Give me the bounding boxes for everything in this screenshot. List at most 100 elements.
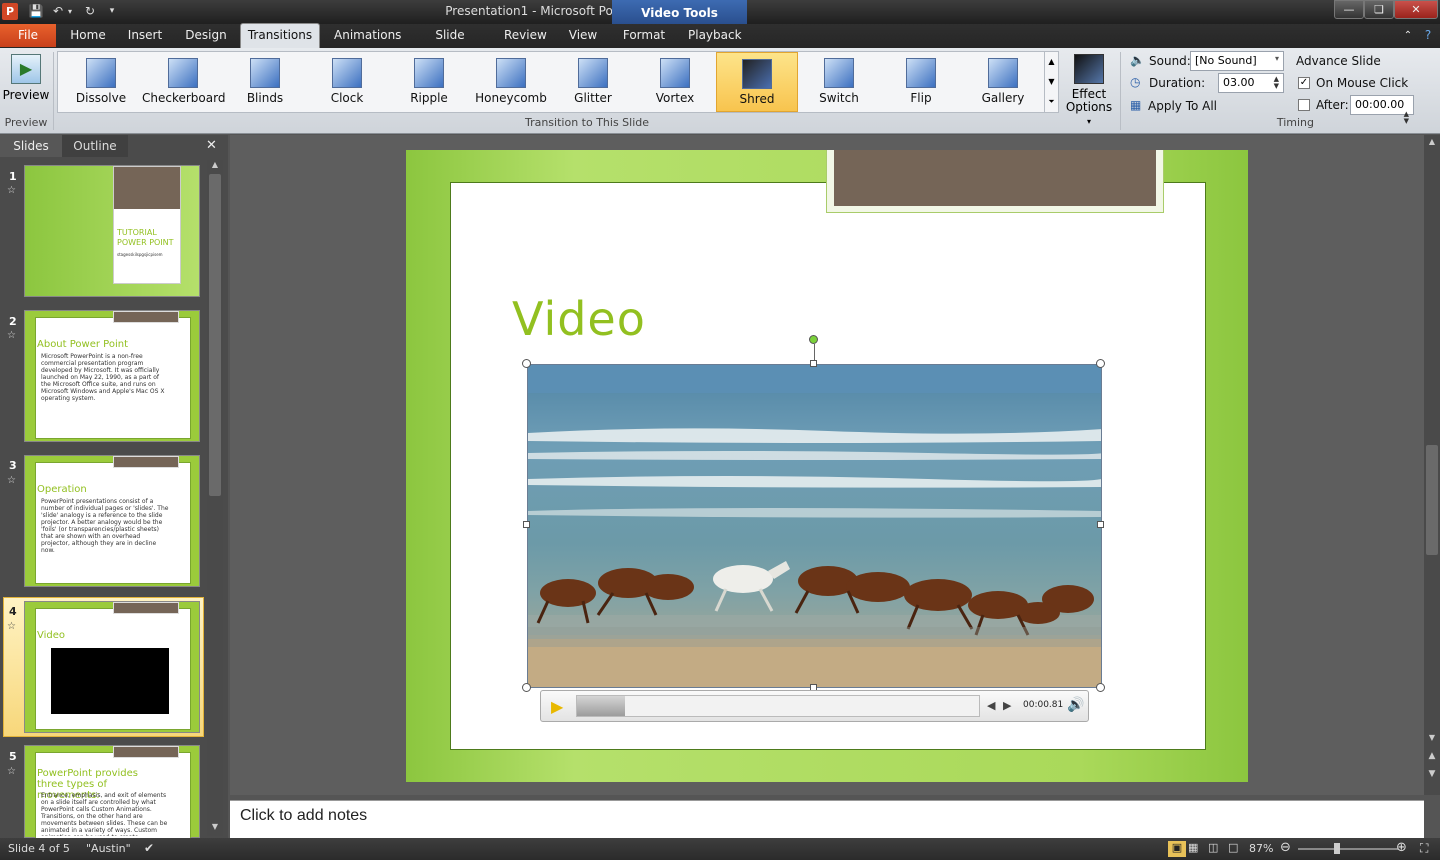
- slide-sorter-icon[interactable]: ▦: [1188, 841, 1198, 854]
- transition-blinds[interactable]: Blinds: [224, 52, 306, 112]
- gallery-more-icon[interactable]: ⏷: [1044, 92, 1058, 112]
- tab-animations[interactable]: Animations: [330, 24, 401, 48]
- on-mouse-click-checkbox[interactable]: ✓: [1298, 77, 1310, 89]
- transition-gallery: Dissolve Checkerboard Blinds Clock Rippl…: [57, 51, 1059, 113]
- slide-thumbnail-5[interactable]: PowerPoint provides three types of movem…: [24, 745, 200, 842]
- resize-handle-n[interactable]: [810, 360, 817, 367]
- next-slide-icon[interactable]: ▼: [1424, 769, 1440, 779]
- help-icon[interactable]: ?: [1418, 24, 1438, 48]
- close-button[interactable]: ✕: [1394, 0, 1438, 19]
- rotate-handle[interactable]: [809, 335, 818, 344]
- effect-options-button[interactable]: Effect Options ▾: [1064, 51, 1114, 126]
- resize-handle-sw[interactable]: [522, 683, 531, 692]
- transition-glitter[interactable]: Glitter: [552, 52, 634, 112]
- spinner-arrows-icon[interactable]: ▲ ▼: [1274, 76, 1279, 90]
- tab-file[interactable]: File: [0, 24, 56, 47]
- scroll-down-icon[interactable]: ▼: [1424, 733, 1440, 742]
- transition-vortex[interactable]: Vortex: [634, 52, 716, 112]
- gallery-scroll-up-icon[interactable]: ▲: [1044, 52, 1058, 72]
- previous-slide-icon[interactable]: ▲: [1424, 751, 1440, 761]
- notes-pane[interactable]: Click to add notes: [230, 800, 1424, 838]
- zoom-slider[interactable]: [1298, 848, 1398, 850]
- transition-ripple[interactable]: Ripple: [388, 52, 470, 112]
- tab-insert[interactable]: Insert: [122, 24, 168, 48]
- glitter-icon: [578, 58, 608, 88]
- zoom-slider-thumb[interactable]: [1334, 843, 1340, 854]
- sound-select[interactable]: [No Sound] ▾: [1190, 51, 1284, 71]
- resize-handle-w[interactable]: [523, 521, 530, 528]
- minimize-button[interactable]: —: [1334, 0, 1364, 19]
- tab-slide-show[interactable]: Slide Show: [414, 24, 486, 65]
- preview-label: Preview: [2, 88, 50, 102]
- slide-thumbnail-4[interactable]: Video: [24, 601, 200, 733]
- close-panel-icon[interactable]: ✕: [206, 138, 217, 153]
- after-value: 00:00.00: [1355, 98, 1405, 111]
- tab-outline[interactable]: Outline: [62, 135, 128, 157]
- status-bar: Slide 4 of 5 "Austin" ✔ ▣ ▦ ◫ □ 87% ⊖ ⊕ …: [0, 838, 1440, 860]
- minimize-ribbon-icon[interactable]: ⌃: [1398, 24, 1418, 48]
- tab-transitions[interactable]: Transitions: [240, 23, 320, 48]
- tab-slides[interactable]: Slides: [0, 135, 62, 157]
- step-back-icon[interactable]: ◀: [987, 699, 995, 712]
- fit-to-window-icon[interactable]: ⛶: [1420, 841, 1428, 856]
- scroll-thumb[interactable]: [209, 174, 221, 496]
- volume-icon[interactable]: 🔊: [1067, 697, 1084, 713]
- zoom-out-icon[interactable]: ⊖: [1280, 840, 1291, 855]
- after-spinner[interactable]: 00:00.00 ▲ ▼: [1350, 95, 1414, 125]
- preview-button[interactable]: ▶ Preview: [2, 51, 50, 113]
- slide-thumbnail-2[interactable]: About Power Point Microsoft PowerPoint i…: [24, 310, 200, 442]
- scroll-thumb[interactable]: [1426, 445, 1438, 555]
- transition-honeycomb[interactable]: Honeycomb: [470, 52, 552, 112]
- slideshow-view-icon[interactable]: □: [1228, 841, 1238, 854]
- after-checkbox[interactable]: [1298, 99, 1310, 111]
- transition-clock[interactable]: Clock: [306, 52, 388, 112]
- restore-button[interactable]: ❏: [1364, 0, 1394, 19]
- tab-review[interactable]: Review: [500, 24, 550, 48]
- transition-dissolve[interactable]: Dissolve: [60, 52, 142, 112]
- slide-thumbnail-1[interactable]: TUTORIAL POWER POINT stagesskilspgsjicpi…: [24, 165, 200, 297]
- transition-checkerboard[interactable]: Checkerboard: [142, 52, 225, 112]
- slide-title[interactable]: Video: [512, 292, 646, 346]
- tab-home[interactable]: Home: [64, 24, 112, 48]
- scroll-down-icon[interactable]: ▼: [207, 822, 223, 834]
- resize-handle-nw[interactable]: [522, 359, 531, 368]
- resize-handle-e[interactable]: [1097, 521, 1104, 528]
- slide-number: 3: [9, 459, 17, 472]
- slide-scrollbar[interactable]: ▲ ▼ ▲ ▼: [1424, 135, 1440, 795]
- tab-format[interactable]: Format: [618, 24, 670, 48]
- normal-view-icon[interactable]: ▣: [1168, 841, 1186, 857]
- zoom-level[interactable]: 87%: [1249, 842, 1273, 855]
- transition-switch[interactable]: Switch: [798, 52, 880, 112]
- transition-star-icon: ☆: [7, 621, 16, 632]
- zoom-in-icon[interactable]: ⊕: [1396, 840, 1407, 855]
- honeycomb-icon: [496, 58, 526, 88]
- duration-label: Duration:: [1149, 76, 1206, 90]
- transition-shred[interactable]: Shred: [716, 52, 798, 112]
- slides-panel-scrollbar[interactable]: ▲ ▼: [207, 160, 223, 836]
- resize-handle-se[interactable]: [1096, 683, 1105, 692]
- advance-slide-label: Advance Slide: [1296, 54, 1381, 68]
- scroll-up-icon[interactable]: ▲: [1424, 137, 1440, 146]
- thumb-subtitle: stagesskilspgsjicpisem: [117, 252, 163, 257]
- slide-thumbnail-3[interactable]: Operation PowerPoint presentations consi…: [24, 455, 200, 587]
- resize-handle-ne[interactable]: [1096, 359, 1105, 368]
- scroll-up-icon[interactable]: ▲: [207, 160, 223, 172]
- tab-design[interactable]: Design: [180, 24, 232, 48]
- seek-bar[interactable]: [576, 695, 980, 717]
- apply-to-all-button[interactable]: Apply To All: [1148, 99, 1217, 113]
- chevron-down-icon: ▾: [1274, 54, 1279, 63]
- preview-group-label: Preview: [4, 116, 48, 129]
- spell-check-icon[interactable]: ✔: [144, 841, 154, 855]
- reading-view-icon[interactable]: ◫: [1208, 841, 1218, 854]
- tab-playback[interactable]: Playback: [684, 24, 742, 48]
- transition-gallery-item[interactable]: Gallery: [962, 52, 1044, 112]
- play-icon[interactable]: ▶: [551, 697, 563, 716]
- tab-view[interactable]: View: [562, 24, 604, 48]
- transition-label: Shred: [739, 92, 775, 106]
- duration-spinner[interactable]: 03.00 ▲ ▼: [1218, 73, 1284, 93]
- transition-flip[interactable]: Flip: [880, 52, 962, 112]
- video-frame[interactable]: [527, 364, 1102, 688]
- transition-star-icon: ☆: [7, 475, 16, 486]
- gallery-scroll-down-icon[interactable]: ▼: [1044, 72, 1058, 92]
- step-forward-icon[interactable]: ▶: [1003, 699, 1011, 712]
